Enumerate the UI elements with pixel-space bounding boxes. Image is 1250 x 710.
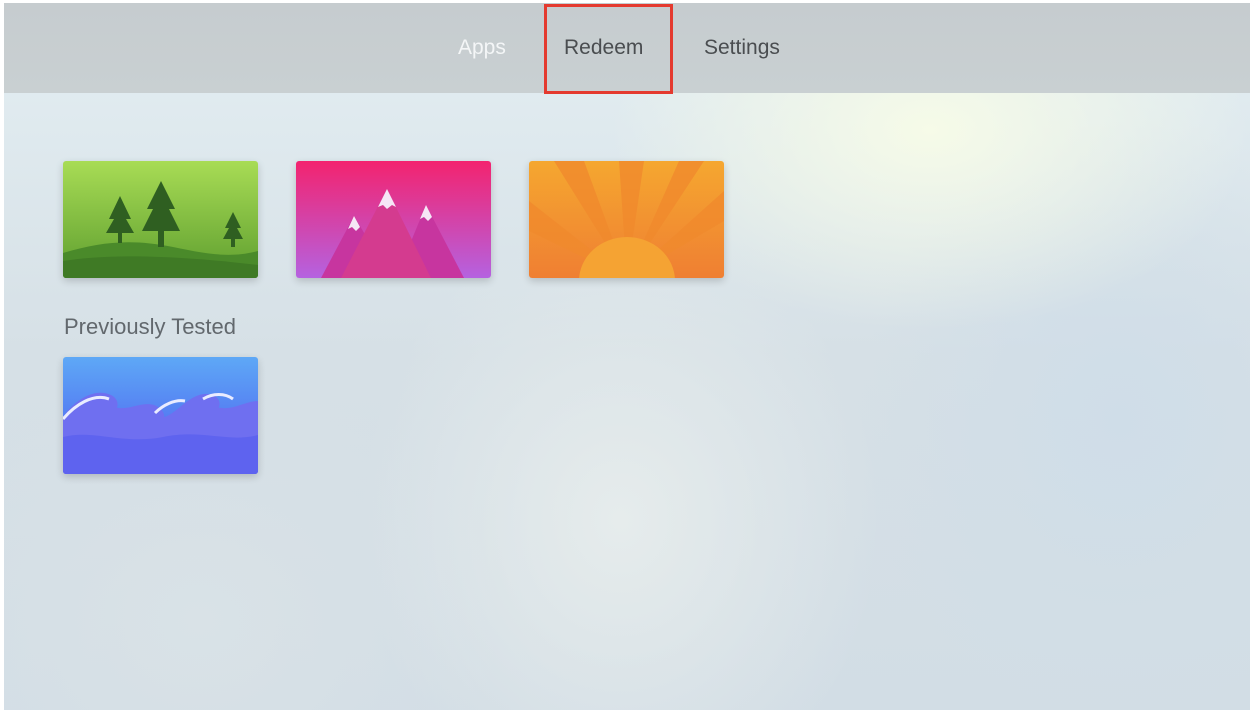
app-tile-waves[interactable] (63, 357, 258, 474)
previously-tested-title: Previously Tested (64, 314, 237, 339)
tab-settings[interactable]: Settings (704, 3, 780, 93)
waves-icon (63, 357, 258, 474)
mountain-icon (296, 161, 491, 278)
left-border (0, 0, 4, 710)
app-tile-forest[interactable] (63, 161, 258, 278)
tv-screen: Apps Redeem Settings Previously Tested (0, 0, 1250, 710)
app-tile-sunburst[interactable] (529, 161, 724, 278)
tab-redeem[interactable]: Redeem (564, 3, 643, 93)
app-tile-mountain[interactable] (296, 161, 491, 278)
tab-apps[interactable]: Apps (458, 3, 506, 93)
top-nav-bar: Apps Redeem Settings (4, 3, 1250, 93)
forest-icon (63, 161, 258, 278)
sunburst-icon (529, 161, 724, 278)
